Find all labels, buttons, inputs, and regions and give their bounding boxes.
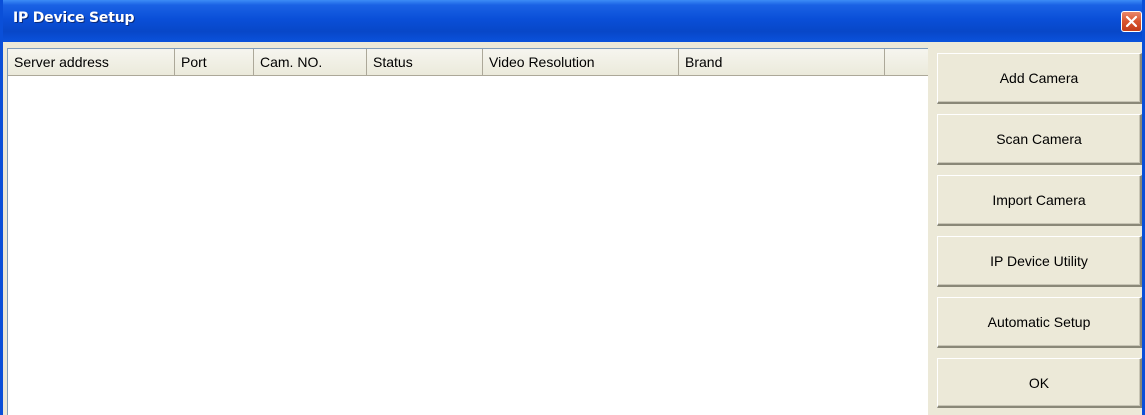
import-camera-button[interactable]: Import Camera: [937, 175, 1142, 226]
ip-device-setup-window: IP Device Setup Server address Port Cam.…: [0, 0, 1145, 415]
column-header-status[interactable]: Status: [367, 49, 483, 75]
scan-camera-button[interactable]: Scan Camera: [937, 114, 1142, 165]
column-header-brand[interactable]: Brand: [679, 49, 885, 75]
column-header-port[interactable]: Port: [175, 49, 254, 75]
list-header: Server address Port Cam. NO. Status Vide…: [8, 49, 928, 76]
ip-device-utility-button[interactable]: IP Device Utility: [937, 236, 1142, 287]
ok-button[interactable]: OK: [937, 358, 1142, 408]
close-icon: [1125, 15, 1138, 28]
column-header-server-address[interactable]: Server address: [8, 49, 175, 75]
column-header-video-resolution[interactable]: Video Resolution: [483, 49, 679, 75]
list-body[interactable]: [8, 76, 928, 415]
column-header-cam-no[interactable]: Cam. NO.: [254, 49, 367, 75]
camera-list[interactable]: Server address Port Cam. NO. Status Vide…: [7, 48, 928, 415]
window-title: IP Device Setup: [13, 10, 135, 26]
close-button[interactable]: [1121, 11, 1142, 32]
automatic-setup-button[interactable]: Automatic Setup: [937, 297, 1142, 348]
title-bar[interactable]: IP Device Setup: [3, 0, 1142, 42]
column-header-filler: [885, 49, 928, 75]
add-camera-button[interactable]: Add Camera: [937, 53, 1142, 104]
